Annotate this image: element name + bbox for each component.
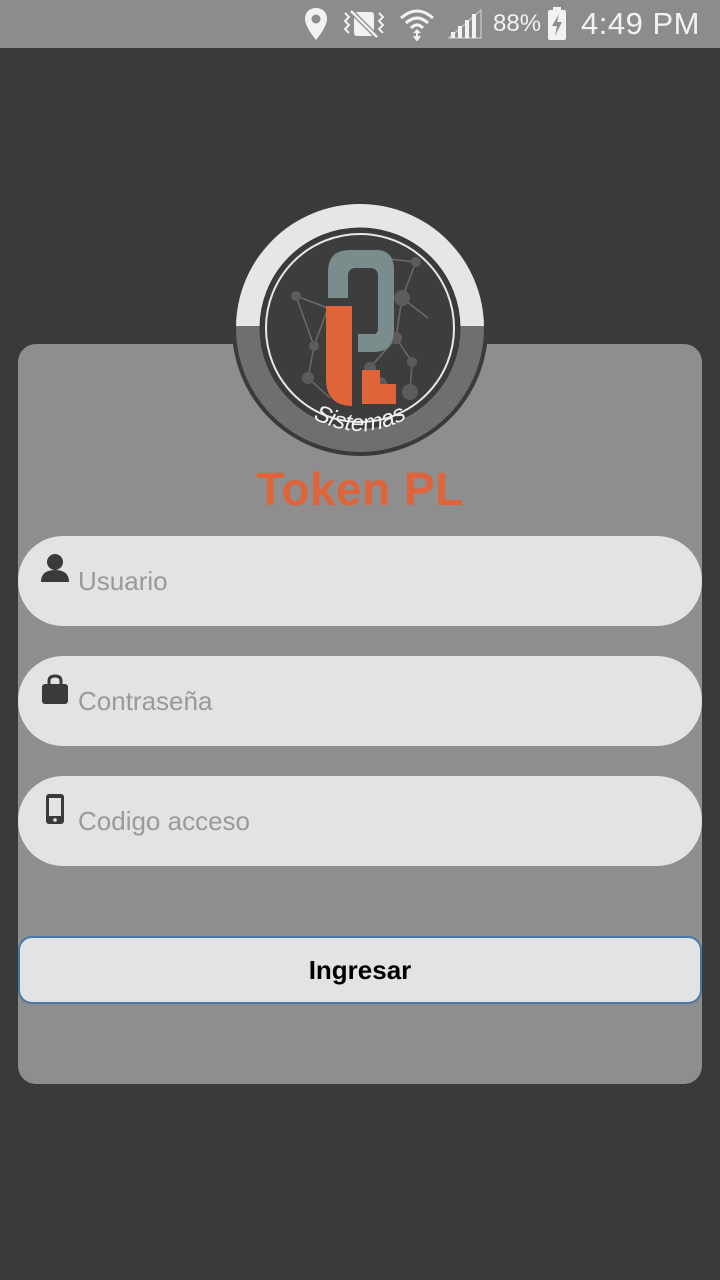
battery-percent: 88% (493, 10, 542, 37)
lock-icon (38, 673, 72, 713)
vibrate-icon (341, 9, 387, 39)
battery-charging-icon (547, 7, 567, 41)
username-input[interactable] (78, 565, 638, 597)
signal-icon (447, 8, 483, 40)
access-code-input[interactable] (78, 805, 638, 837)
user-icon (38, 553, 72, 593)
phone-icon (38, 793, 72, 833)
app-title: Token PL (256, 463, 464, 515)
wifi-icon (399, 7, 435, 41)
status-time: 4:49 PM (581, 6, 700, 41)
sistemas-logo: Sistemas (230, 198, 490, 458)
status-bar: 88% 4:49 PM (0, 0, 720, 48)
username-field[interactable] (18, 536, 702, 626)
password-input[interactable] (78, 685, 638, 717)
password-field[interactable] (18, 656, 702, 746)
access-code-field[interactable] (18, 776, 702, 866)
location-icon (303, 7, 329, 41)
login-button[interactable]: Ingresar (18, 936, 702, 1004)
